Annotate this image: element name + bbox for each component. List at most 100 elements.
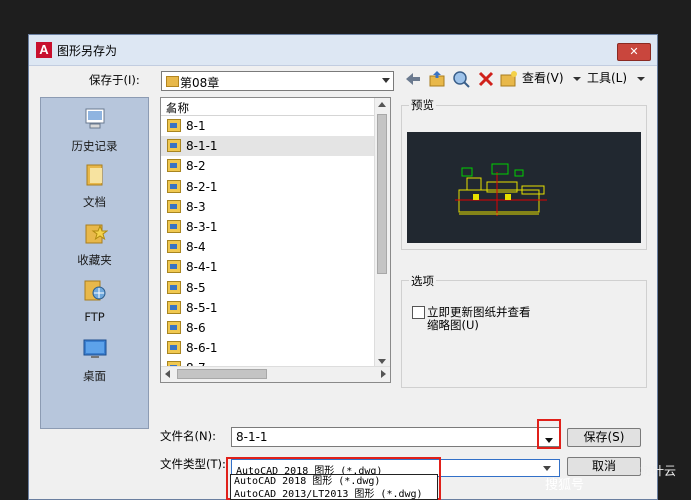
favorites-icon <box>85 224 108 244</box>
file-list[interactable]: 名称 ▲ 8-1 8-1-1 8-2 8-2-1 8-3 8-3-1 8-4 8-4-1 8-5… <box>160 97 391 383</box>
file-rows: 8-1 8-1-1 8-2 8-2-1 8-3 8-3-1 8-4 8-4-1 8-5 8-5-1… <box>161 116 376 378</box>
file-row[interactable]: 8-5-1 <box>161 298 376 318</box>
file-name: 8-6 <box>186 320 206 335</box>
file-row[interactable]: 8-3 <box>161 197 376 217</box>
scroll-thumb[interactable] <box>177 369 267 379</box>
dwg-file-icon <box>167 139 181 153</box>
chevron-down-icon <box>573 77 581 81</box>
filename-label: 文件名(N): <box>160 429 216 443</box>
dwg-file-icon <box>167 199 181 213</box>
chevron-down-icon <box>637 77 645 81</box>
preview-label: 预览 <box>409 97 436 113</box>
ftp-icon <box>84 280 105 301</box>
scroll-down-icon[interactable] <box>378 359 386 364</box>
dwg-file-icon <box>167 159 181 173</box>
cad-drawing-thumbnail <box>455 163 547 216</box>
options-group <box>401 280 647 388</box>
place-desktop[interactable]: 桌面 <box>41 336 148 384</box>
file-row[interactable]: 8-4-1 <box>161 257 376 277</box>
file-name: 8-2-1 <box>186 179 218 194</box>
file-row[interactable]: 8-1 <box>161 116 376 136</box>
drawing-preview <box>407 132 641 243</box>
column-header-name[interactable]: 名称 ▲ <box>161 98 376 116</box>
chevron-down-icon <box>382 78 390 83</box>
file-row[interactable]: 8-3-1 <box>161 217 376 237</box>
place-documents[interactable]: 文档 <box>41 162 148 210</box>
file-row[interactable]: 8-1-1 <box>161 136 376 157</box>
dwg-file-icon <box>167 240 181 254</box>
file-row[interactable]: 8-6 <box>161 318 376 338</box>
filename-value: 8-1-1 <box>236 430 268 444</box>
documents-icon <box>86 164 102 186</box>
dwg-file-icon <box>167 300 181 314</box>
filetype-option[interactable]: AutoCAD 2013/LT2013 图形 (*.dwg) <box>231 488 437 499</box>
views-menu[interactable]: 查看(V) <box>522 69 564 87</box>
update-thumbnail-checkbox[interactable] <box>412 306 425 319</box>
title-bar[interactable]: A 图形另存为 ✕ <box>29 35 657 66</box>
place-label: 收藏夹 <box>77 253 112 267</box>
back-icon[interactable] <box>403 69 423 89</box>
chevron-down-icon <box>543 466 551 471</box>
scroll-left-icon[interactable] <box>165 370 170 378</box>
filetype-label: 文件类型(T): <box>160 457 226 471</box>
scroll-up-icon[interactable] <box>378 102 386 107</box>
options-label: 选项 <box>409 273 436 289</box>
file-name: 8-5-1 <box>186 300 218 315</box>
watermark-text: 搜狐号 <box>545 478 585 493</box>
sort-ascending-icon: ▲ <box>166 100 175 114</box>
new-folder-icon[interactable] <box>499 69 519 89</box>
history-icon <box>85 108 104 129</box>
file-name: 8-1 <box>186 119 206 133</box>
scroll-right-icon[interactable] <box>381 370 386 378</box>
place-label: 桌面 <box>83 369 106 383</box>
desktop-icon <box>83 339 106 358</box>
search-web-icon[interactable] <box>451 69 471 89</box>
update-thumbnail-label-line2: 缩略图(U) <box>427 318 479 332</box>
place-label: FTP <box>84 310 105 324</box>
file-name: 8-4-1 <box>186 260 218 275</box>
file-name: 8-6-1 <box>186 341 218 356</box>
dwg-file-icon <box>167 119 181 132</box>
autocad-logo-icon: A <box>36 42 52 58</box>
save-in-label: 保存于(I): <box>89 73 140 87</box>
dwg-file-icon <box>167 219 181 233</box>
up-folder-icon[interactable] <box>427 69 447 89</box>
places-bar: 历史记录 文档 收藏夹 FTP 桌面 <box>40 97 149 429</box>
file-row[interactable]: 8-6-1 <box>161 338 376 358</box>
dwg-file-icon <box>167 341 181 355</box>
place-history[interactable]: 历史记录 <box>41 106 148 154</box>
file-name: 8-3-1 <box>186 219 218 234</box>
place-ftp[interactable]: FTP <box>41 278 148 324</box>
file-row[interactable]: 8-4 <box>161 237 376 257</box>
file-row[interactable]: 8-5 <box>161 278 376 298</box>
tools-menu[interactable]: 工具(L) <box>587 69 627 87</box>
dwg-file-icon <box>167 320 181 334</box>
dwg-file-icon <box>167 280 181 294</box>
save-as-dialog: A 图形另存为 ✕ 保存于(I): 第08章 查看(V) 工具(L) 历史记录 … <box>28 34 658 500</box>
file-name: 8-5 <box>186 280 206 295</box>
horizontal-scrollbar[interactable] <box>161 366 390 382</box>
filetype-options-list[interactable]: AutoCAD 2018 图形 (*.dwg) AutoCAD 2013/LT2… <box>230 474 438 500</box>
place-label: 文档 <box>83 195 106 209</box>
dwg-file-icon <box>167 260 181 274</box>
scroll-thumb[interactable] <box>377 114 387 274</box>
save-in-value: 第08章 <box>180 76 220 90</box>
filename-input[interactable]: 8-1-1 <box>231 427 560 447</box>
file-row[interactable]: 8-2 <box>161 156 376 176</box>
filetype-option[interactable]: AutoCAD 2018 图形 (*.dwg) <box>231 475 437 488</box>
vertical-scrollbar[interactable] <box>374 98 390 368</box>
file-row[interactable]: 8-2-1 <box>161 177 376 197</box>
save-button[interactable]: 保存(S) <box>567 428 641 447</box>
dwg-file-icon <box>167 179 181 193</box>
file-name: 8-1-1 <box>186 139 218 154</box>
delete-icon[interactable] <box>476 69 496 89</box>
chevron-down-icon[interactable] <box>544 437 554 445</box>
place-favorites[interactable]: 收藏夹 <box>41 220 148 268</box>
close-button[interactable]: ✕ <box>617 43 651 61</box>
save-in-dropdown[interactable]: 第08章 <box>161 71 394 91</box>
file-name: 8-2 <box>186 159 206 174</box>
dialog-title: 图形另存为 <box>57 44 118 58</box>
file-name: 8-3 <box>186 199 206 214</box>
place-label: 历史记录 <box>71 139 118 153</box>
watermark-brand: 树叶云 <box>640 464 677 478</box>
